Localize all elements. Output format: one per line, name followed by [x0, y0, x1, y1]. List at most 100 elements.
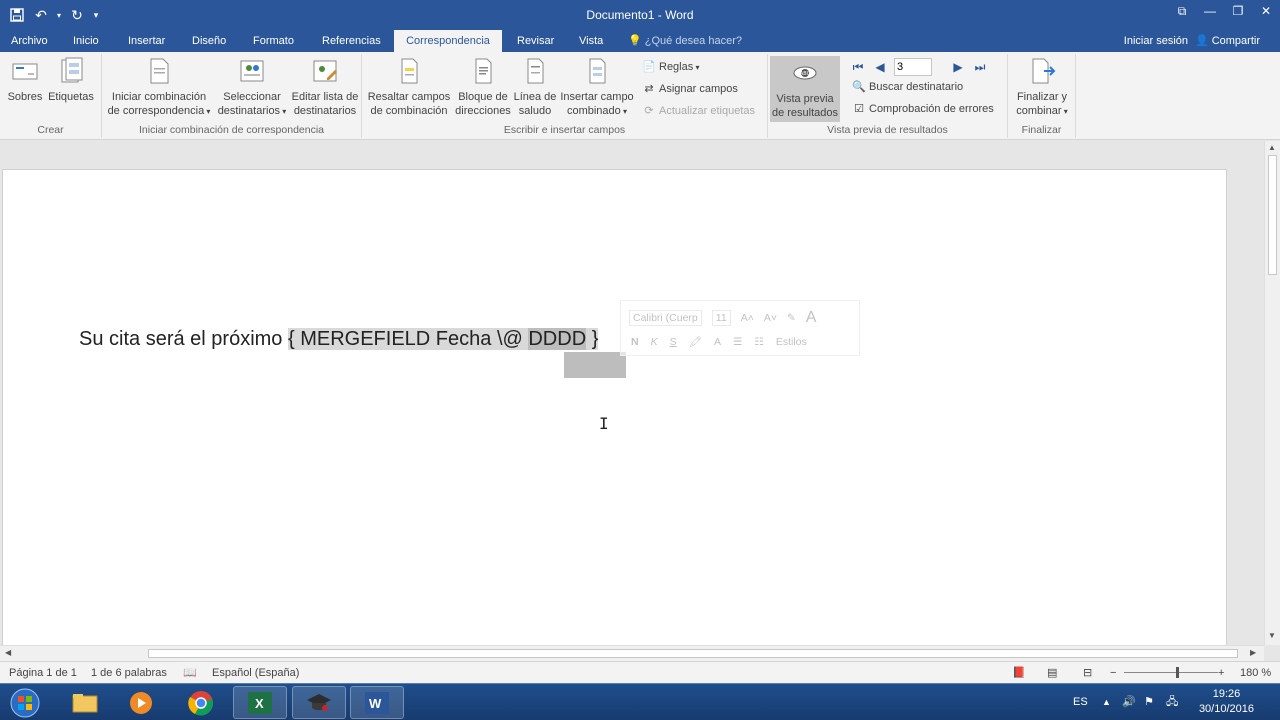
- reglas-button[interactable]: 📄 Reglas ▾: [642, 58, 699, 76]
- zoom-level[interactable]: 180 %: [1240, 662, 1271, 684]
- taskbar-chrome[interactable]: [174, 686, 228, 719]
- system-clock[interactable]: 19:26 30/10/2016: [1199, 687, 1254, 717]
- mini-size-box[interactable]: 11: [711, 310, 731, 326]
- tell-me-box[interactable]: 💡 ¿Qué desea hacer?: [628, 30, 742, 52]
- scroll-right-icon[interactable]: ▶: [1250, 648, 1256, 657]
- linea-saludo-button[interactable]: Línea de saludo: [512, 56, 558, 118]
- restore-icon[interactable]: ❐: [1224, 0, 1252, 22]
- comprobacion-errores-button[interactable]: ☑ Comprobación de errores: [852, 100, 994, 118]
- tab-correspondencia[interactable]: Correspondencia: [394, 30, 502, 52]
- horizontal-scroll-thumb[interactable]: [148, 649, 1238, 658]
- folder-icon: [72, 693, 98, 712]
- editar-lista-destinatarios-button[interactable]: Editar lista de destinatarios: [290, 56, 360, 118]
- input-language[interactable]: ES: [1073, 684, 1088, 720]
- word-count[interactable]: 1 de 6 palabras: [91, 662, 167, 684]
- action-center-flag-icon[interactable]: ⚑: [1144, 684, 1154, 720]
- bloque-direcciones-button[interactable]: Bloque de direcciones: [454, 56, 512, 118]
- ribbon-display-options-icon[interactable]: ⧉: [1168, 0, 1196, 22]
- zoom-slider[interactable]: [1124, 672, 1218, 673]
- finalizar-combinar-button[interactable]: Finalizar y combinar ▾: [1010, 56, 1074, 119]
- network-icon[interactable]: 🖧: [1166, 684, 1178, 720]
- web-layout-icon[interactable]: ⊟: [1083, 662, 1092, 684]
- mini-font-box[interactable]: Calibri (Cuerp: [629, 310, 702, 326]
- share-button[interactable]: 👤 Compartir: [1195, 30, 1260, 52]
- tab-formato[interactable]: Formato: [245, 30, 302, 52]
- vertical-scroll-thumb[interactable]: [1268, 155, 1277, 275]
- etiquetas-button[interactable]: Etiquetas: [45, 56, 97, 104]
- vertical-scrollbar[interactable]: ▲ ▼: [1264, 141, 1280, 645]
- styles-icon[interactable]: A: [806, 309, 817, 327]
- find-recipient-icon: 🔍: [852, 81, 866, 93]
- previous-record-icon[interactable]: ◀: [872, 60, 888, 74]
- shrink-font-icon[interactable]: A˅: [764, 312, 777, 324]
- record-number-input[interactable]: [894, 58, 932, 76]
- close-icon[interactable]: ✕: [1252, 0, 1280, 22]
- bold-button[interactable]: N: [631, 336, 639, 348]
- show-hidden-icons-icon[interactable]: ▲: [1102, 684, 1111, 720]
- first-record-icon[interactable]: ⏮: [850, 60, 866, 75]
- font-color-icon[interactable]: A: [714, 336, 721, 348]
- highlight-color-icon[interactable]: 🖍: [689, 335, 702, 348]
- zoom-out-icon[interactable]: −: [1110, 662, 1116, 684]
- sobres-button[interactable]: Sobres: [6, 56, 44, 104]
- taskbar-access-course[interactable]: [292, 686, 346, 719]
- buscar-destinatario-button[interactable]: 🔍 Buscar destinatario: [852, 78, 963, 96]
- window-controls: ⧉ — ❐ ✕: [1168, 0, 1280, 22]
- proofing-icon[interactable]: 📖: [183, 662, 197, 684]
- grow-font-icon[interactable]: A˄: [741, 312, 754, 324]
- scroll-up-icon[interactable]: ▲: [1268, 143, 1276, 152]
- language-indicator[interactable]: Español (España): [212, 662, 299, 684]
- scroll-down-icon[interactable]: ▼: [1268, 631, 1276, 640]
- mini-toolbar[interactable]: Calibri (Cuerp 11 A˄ A˅ ✎ A N K S 🖍 A ☰ …: [620, 300, 860, 356]
- vista-previa-resultados-button[interactable]: ABC Vista previa de resultados: [770, 56, 840, 122]
- taskbar-excel[interactable]: X: [233, 686, 287, 719]
- seleccionar-destinatarios-button[interactable]: Seleccionar destinatarios ▾: [214, 56, 290, 119]
- start-button[interactable]: [0, 686, 50, 719]
- iniciar-combinacion-button[interactable]: Iniciar combinación de correspondencia ▾: [104, 56, 214, 119]
- windows-logo-icon: [10, 688, 40, 717]
- document-page[interactable]: Su cita será el próximo { MERGEFIELD Fec…: [2, 169, 1227, 645]
- insertar-campo-combinado-button[interactable]: Insertar campo combinado ▾: [558, 56, 636, 119]
- last-record-icon[interactable]: ⏭: [972, 60, 988, 75]
- zoom-slider-thumb[interactable]: [1176, 667, 1179, 678]
- tab-referencias[interactable]: Referencias: [314, 30, 389, 52]
- update-labels-icon: ⟳: [644, 105, 654, 117]
- numbering-icon[interactable]: ☷: [754, 336, 763, 348]
- page-count[interactable]: Página 1 de 1: [9, 662, 77, 684]
- bullets-icon[interactable]: ☰: [733, 336, 742, 348]
- tab-inicio[interactable]: Inicio: [65, 30, 107, 52]
- document-workspace: Su cita será el próximo { MERGEFIELD Fec…: [0, 141, 1264, 645]
- plain-text: Su cita será el próximo: [79, 328, 288, 350]
- format-painter-icon[interactable]: ✎: [787, 312, 796, 324]
- selected-text: DDDD: [528, 328, 587, 350]
- mergefield-code[interactable]: { MERGEFIELD Fecha \@ DDDD }: [287, 328, 599, 350]
- next-record-icon[interactable]: ▶: [950, 60, 966, 74]
- resaltar-campos-button[interactable]: Resaltar campos de combinación: [366, 56, 452, 118]
- tab-archivo[interactable]: Archivo: [3, 30, 56, 52]
- zoom-in-icon[interactable]: +: [1218, 662, 1224, 684]
- share-label: Compartir: [1211, 35, 1260, 47]
- print-layout-icon[interactable]: ▤: [1047, 662, 1057, 684]
- sign-in-link[interactable]: Iniciar sesión: [1124, 30, 1188, 52]
- scroll-left-icon[interactable]: ◀: [5, 648, 11, 657]
- read-mode-icon[interactable]: 📕: [1012, 662, 1026, 684]
- document-text-line[interactable]: Su cita será el próximo { MERGEFIELD Fec…: [79, 328, 599, 351]
- volume-icon[interactable]: 🔊: [1122, 684, 1136, 720]
- asignar-campos-button[interactable]: ⇄ Asignar campos: [642, 80, 737, 98]
- horizontal-scrollbar[interactable]: ◀ ▶: [0, 645, 1264, 661]
- tab-insertar[interactable]: Insertar: [120, 30, 173, 52]
- taskbar-media-player[interactable]: [114, 686, 168, 719]
- italic-button[interactable]: K: [651, 336, 658, 348]
- underline-button[interactable]: S: [670, 336, 677, 348]
- actualizar-etiquetas-button[interactable]: ⟳ Actualizar etiquetas: [642, 102, 755, 120]
- group-iniciar-combinacion: Iniciar combinación de correspondencia ▾…: [102, 54, 362, 138]
- greeting-line-icon: [527, 58, 544, 84]
- taskbar-explorer[interactable]: [58, 686, 112, 719]
- tab-vista[interactable]: Vista: [571, 30, 611, 52]
- minimize-icon[interactable]: —: [1196, 0, 1224, 22]
- taskbar-word[interactable]: W: [350, 686, 404, 719]
- tab-revisar[interactable]: Revisar: [509, 30, 562, 52]
- group-label-crear: Crear: [37, 124, 64, 136]
- media-player-icon: [130, 691, 152, 714]
- tab-diseno[interactable]: Diseño: [184, 30, 234, 52]
